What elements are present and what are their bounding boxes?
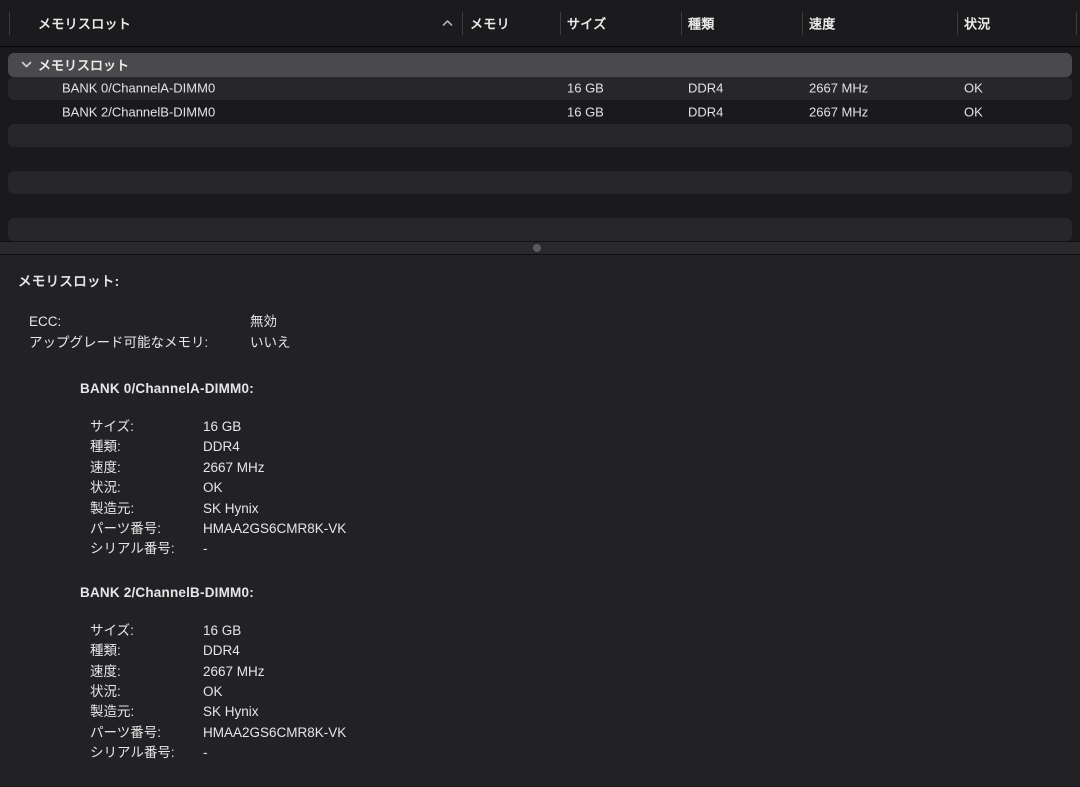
- cell-status: OK: [964, 81, 983, 96]
- detail-label: パーツ番号:: [90, 723, 203, 743]
- detail-label: サイズ:: [90, 417, 203, 437]
- empty-row: [8, 171, 1072, 195]
- detail-value: 2667 MHz: [203, 664, 265, 679]
- detail-value: DDR4: [203, 439, 240, 454]
- bank-heading: BANK 2/ChannelB-DIMM0:: [80, 583, 1080, 603]
- detail-value: HMAA2GS6CMR8K-VK: [203, 521, 346, 536]
- detail-label: 種類:: [90, 437, 203, 457]
- bank2-detail-section: BANK 2/ChannelB-DIMM0: サイズ:16 GB 種類:DDR4…: [0, 583, 1080, 764]
- detail-label: 状況:: [90, 478, 203, 498]
- column-divider[interactable]: [560, 12, 561, 35]
- detail-pane: メモリスロット: ECC:無効 アップグレード可能なメモリ:いいえ BANK 0…: [0, 255, 1080, 786]
- cell-size: 16 GB: [567, 81, 604, 96]
- column-header-speed[interactable]: 速度: [809, 14, 836, 33]
- detail-value: HMAA2GS6CMR8K-VK: [203, 725, 346, 740]
- column-divider[interactable]: [957, 12, 958, 35]
- detail-label: パーツ番号:: [90, 519, 203, 539]
- empty-row: [8, 147, 1072, 171]
- detail-value: SK Hynix: [203, 501, 259, 516]
- detail-value: -: [203, 745, 208, 760]
- table-row-bank2[interactable]: BANK 2/ChannelB-DIMM0 16 GB DDR4 2667 MH…: [8, 100, 1072, 124]
- cell-type: DDR4: [688, 81, 723, 96]
- detail-label: サイズ:: [90, 621, 203, 641]
- sort-ascending-icon: [441, 19, 454, 28]
- table-header: メモリスロット メモリ サイズ 種類 速度 状況: [0, 0, 1080, 47]
- cell-size: 16 GB: [567, 104, 604, 119]
- detail-value: 16 GB: [203, 623, 241, 638]
- column-divider[interactable]: [802, 12, 803, 35]
- column-header-size[interactable]: サイズ: [567, 14, 607, 33]
- detail-label: 速度:: [90, 458, 203, 478]
- detail-value: 16 GB: [203, 419, 241, 434]
- cell-slot-name: BANK 2/ChannelB-DIMM0: [62, 104, 215, 119]
- detail-value: DDR4: [203, 643, 240, 658]
- detail-label: 種類:: [90, 641, 203, 661]
- table-row-bank0[interactable]: BANK 0/ChannelA-DIMM0 16 GB DDR4 2667 MH…: [8, 77, 1072, 101]
- cell-status: OK: [964, 104, 983, 119]
- detail-label: アップグレード可能なメモリ:: [29, 333, 250, 354]
- splitter-handle[interactable]: [533, 244, 541, 252]
- detail-label: ECC:: [29, 312, 250, 333]
- empty-row: [8, 124, 1072, 148]
- detail-label: シリアル番号:: [90, 539, 203, 559]
- detail-value: SK Hynix: [203, 704, 259, 719]
- detail-value: 2667 MHz: [203, 460, 265, 475]
- empty-row: [8, 194, 1072, 218]
- group-row-memory-slots[interactable]: メモリスロット: [8, 53, 1072, 77]
- detail-value: OK: [203, 480, 223, 495]
- detail-value: 無効: [250, 314, 277, 329]
- cell-speed: 2667 MHz: [809, 104, 868, 119]
- detail-label: 速度:: [90, 662, 203, 682]
- bank0-detail-section: BANK 0/ChannelA-DIMM0: サイズ:16 GB 種類:DDR4…: [0, 379, 1080, 560]
- column-divider[interactable]: [681, 12, 682, 35]
- column-header-status[interactable]: 状況: [964, 14, 991, 33]
- detail-label: 状況:: [90, 682, 203, 702]
- chevron-down-icon[interactable]: [16, 60, 36, 69]
- empty-row: [8, 218, 1072, 242]
- memory-slots-table: メモリスロット BANK 0/ChannelA-DIMM0 16 GB DDR4…: [0, 47, 1080, 241]
- column-divider: [1076, 12, 1077, 35]
- system-information-memory-pane: メモリスロット メモリ サイズ 種類 速度 状況 メモリスロット BANK 0/…: [0, 0, 1080, 787]
- bank-heading: BANK 0/ChannelA-DIMM0:: [80, 379, 1080, 399]
- detail-label: 製造元:: [90, 499, 203, 519]
- group-row-label: メモリスロット: [38, 55, 129, 74]
- cell-slot-name: BANK 0/ChannelA-DIMM0: [62, 81, 215, 96]
- column-header-type[interactable]: 種類: [688, 14, 715, 33]
- detail-pane-title: メモリスロット:: [18, 272, 1080, 292]
- cell-speed: 2667 MHz: [809, 81, 868, 96]
- detail-label: 製造元:: [90, 702, 203, 722]
- cell-type: DDR4: [688, 104, 723, 119]
- detail-label: シリアル番号:: [90, 743, 203, 763]
- column-header-memory[interactable]: メモリ: [470, 14, 510, 33]
- detail-value: いいえ: [250, 335, 291, 350]
- memory-summary: ECC:無効 アップグレード可能なメモリ:いいえ: [29, 312, 1080, 353]
- detail-value: OK: [203, 684, 223, 699]
- column-divider[interactable]: [462, 12, 463, 35]
- column-divider: [9, 12, 10, 35]
- pane-splitter[interactable]: [0, 241, 1080, 255]
- column-header-memory-slot[interactable]: メモリスロット: [38, 14, 131, 33]
- detail-value: -: [203, 541, 208, 556]
